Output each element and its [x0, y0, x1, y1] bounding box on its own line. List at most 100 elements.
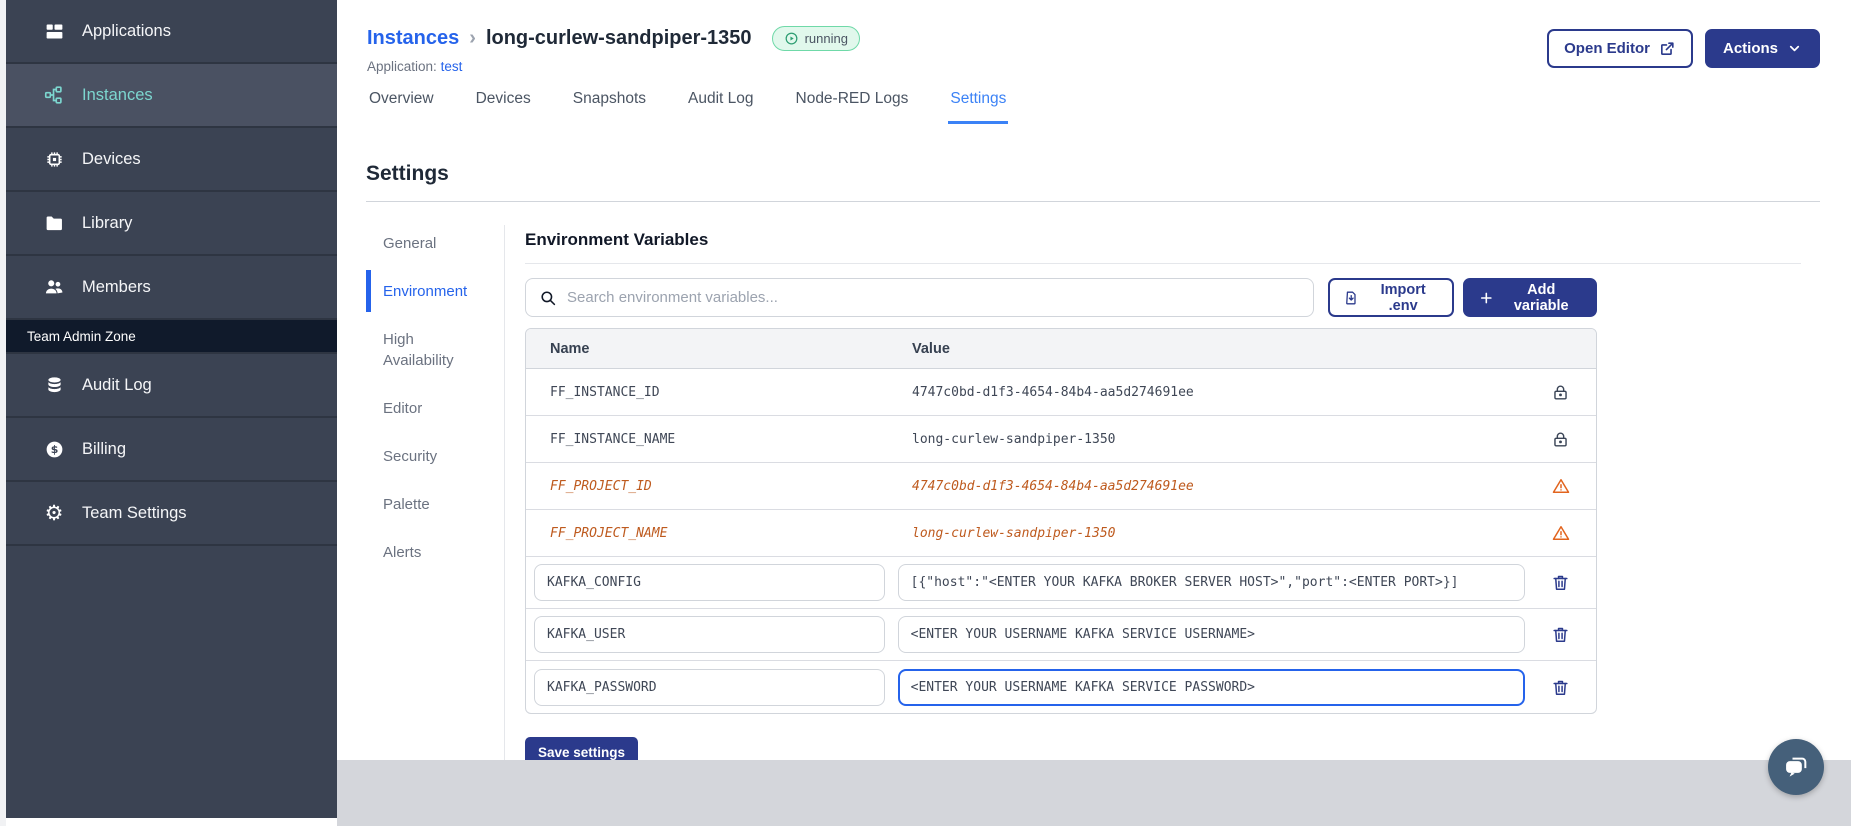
table-row: FF_INSTANCE_NAME long-curlew-sandpiper-1… — [526, 416, 1596, 463]
env-var-value: 4747c0bd-d1f3-4654-84b4-aa5d274691ee — [912, 478, 1194, 494]
sidebar-item-label: Audit Log — [82, 375, 152, 394]
table-row — [526, 661, 1596, 713]
table-row — [526, 609, 1596, 661]
breadcrumb-instances-link[interactable]: Instances — [367, 27, 459, 50]
env-var-value-input[interactable] — [897, 616, 1525, 653]
instances-icon — [43, 84, 65, 106]
tab-settings[interactable]: Settings — [948, 90, 1009, 124]
sidebar-item-applications[interactable]: Applications — [6, 0, 337, 64]
subnav-item-high-availability[interactable]: High Availability — [366, 329, 486, 371]
app-window: Applications Instances Devices Library M… — [0, 0, 1851, 826]
env-var-value: long-curlew-sandpiper-1350 — [912, 431, 1116, 447]
actions-button[interactable]: Actions — [1704, 29, 1820, 68]
applications-icon — [43, 20, 65, 42]
trash-icon — [1553, 575, 1568, 590]
sidebar-item-billing[interactable]: $ Billing — [6, 418, 337, 482]
trash-icon — [1553, 680, 1568, 695]
sidebar-item-instances[interactable]: Instances — [6, 64, 337, 128]
sidebar-item-library[interactable]: Library — [6, 192, 337, 256]
chat-bubbles-icon — [1786, 757, 1807, 777]
env-var-name-input[interactable] — [534, 668, 885, 706]
sidebar-item-audit-log[interactable]: Audit Log — [6, 354, 337, 418]
sidebar-item-label: Instances — [82, 85, 153, 104]
sidebar-item-label: Applications — [82, 21, 171, 40]
main-content: Instances › long-curlew-sandpiper-1350 r… — [337, 0, 1851, 826]
breadcrumb: Instances › long-curlew-sandpiper-1350 r… — [367, 26, 860, 51]
column-header-value: Value — [912, 340, 950, 357]
sidebar-item-label: Team Settings — [82, 503, 187, 522]
tab-snapshots[interactable]: Snapshots — [571, 90, 648, 124]
env-var-name-input[interactable] — [534, 564, 885, 601]
search-box — [525, 278, 1314, 317]
tab-devices[interactable]: Devices — [474, 90, 533, 124]
env-var-name: FF_INSTANCE_ID — [550, 384, 660, 400]
subnav-item-alerts[interactable]: Alerts — [366, 542, 486, 563]
table-row — [526, 557, 1596, 609]
svg-text:$: $ — [50, 443, 58, 456]
env-var-name: FF_PROJECT_ID — [550, 478, 652, 494]
sidebar-item-members[interactable]: Members — [6, 256, 337, 320]
table-header: Name Value — [526, 329, 1596, 369]
sidebar-item-devices[interactable]: Devices — [6, 128, 337, 192]
page-title: Settings — [366, 162, 449, 185]
table-row: FF_PROJECT_NAME long-curlew-sandpiper-13… — [526, 510, 1596, 557]
subnav-item-editor[interactable]: Editor — [366, 398, 486, 419]
external-link-icon — [1661, 42, 1674, 55]
chevron-down-icon — [1789, 45, 1800, 52]
settings-subnav: General Environment High Availability Ed… — [366, 225, 505, 768]
library-icon — [43, 212, 65, 234]
env-var-value: 4747c0bd-d1f3-4654-84b4-aa5d274691ee — [912, 384, 1194, 400]
env-var-value-input-focused[interactable] — [897, 668, 1525, 706]
panel-title: Environment Variables — [525, 230, 709, 249]
delete-variable-button[interactable] — [1551, 573, 1570, 592]
panel-divider — [525, 263, 1801, 264]
document-download-icon — [1346, 291, 1356, 304]
search-icon — [541, 290, 556, 305]
env-var-value-input[interactable] — [897, 564, 1525, 601]
env-var-name-input[interactable] — [534, 616, 885, 653]
subnav-item-general[interactable]: General — [366, 233, 486, 254]
gear-icon: ⚙ — [44, 501, 64, 525]
import-env-button[interactable]: Import .env — [1328, 278, 1454, 317]
add-variable-button[interactable]: Add variable — [1462, 278, 1597, 317]
tab-overview[interactable]: Overview — [367, 90, 436, 124]
sidebar-item-label: Members — [82, 277, 151, 296]
subnav-item-palette[interactable]: Palette — [366, 494, 486, 515]
search-input[interactable] — [567, 289, 1300, 306]
delete-variable-button[interactable] — [1551, 678, 1570, 697]
sidebar-item-label: Library — [82, 213, 133, 232]
breadcrumb-chevron-icon: › — [469, 27, 476, 49]
trash-icon — [1553, 627, 1568, 642]
env-var-value: long-curlew-sandpiper-1350 — [912, 525, 1116, 541]
plus-icon — [1480, 292, 1492, 303]
instance-tabs: Overview Devices Snapshots Audit Log Nod… — [367, 90, 1851, 124]
open-editor-button[interactable]: Open Editor — [1547, 29, 1693, 68]
members-icon — [43, 276, 65, 298]
settings-section: Settings General Environment High Availa… — [366, 162, 1820, 768]
sidebar-item-label: Devices — [82, 149, 141, 168]
column-header-name: Name — [550, 340, 590, 357]
sidebar-item-label: Billing — [82, 439, 127, 458]
subnav-item-security[interactable]: Security — [366, 446, 486, 467]
audit-log-icon — [43, 374, 65, 396]
delete-variable-button[interactable] — [1551, 625, 1570, 644]
instance-name: long-curlew-sandpiper-1350 — [485, 27, 752, 49]
play-circle-icon — [785, 32, 797, 45]
billing-icon: $ — [43, 438, 65, 460]
application-line: Application: test — [367, 59, 463, 74]
lock-icon — [1554, 385, 1567, 400]
team-admin-zone-label: Team Admin Zone — [6, 320, 337, 354]
tab-node-red-logs[interactable]: Node-RED Logs — [794, 90, 911, 124]
warning-icon — [1552, 526, 1569, 540]
subnav-item-environment[interactable]: Environment — [366, 270, 486, 312]
lock-icon — [1554, 432, 1567, 447]
devices-icon — [43, 148, 65, 170]
env-var-name: FF_INSTANCE_NAME — [550, 431, 676, 447]
chat-widget-button[interactable] — [1768, 739, 1824, 795]
sidebar-item-team-settings[interactable]: ⚙ Team Settings — [6, 482, 337, 546]
warning-icon — [1552, 479, 1569, 493]
application-link[interactable]: test — [441, 59, 463, 74]
instance-header: Instances › long-curlew-sandpiper-1350 r… — [337, 0, 1851, 74]
tab-audit-log[interactable]: Audit Log — [686, 90, 756, 124]
environment-panel: Environment Variables Import .env — [505, 225, 1801, 768]
